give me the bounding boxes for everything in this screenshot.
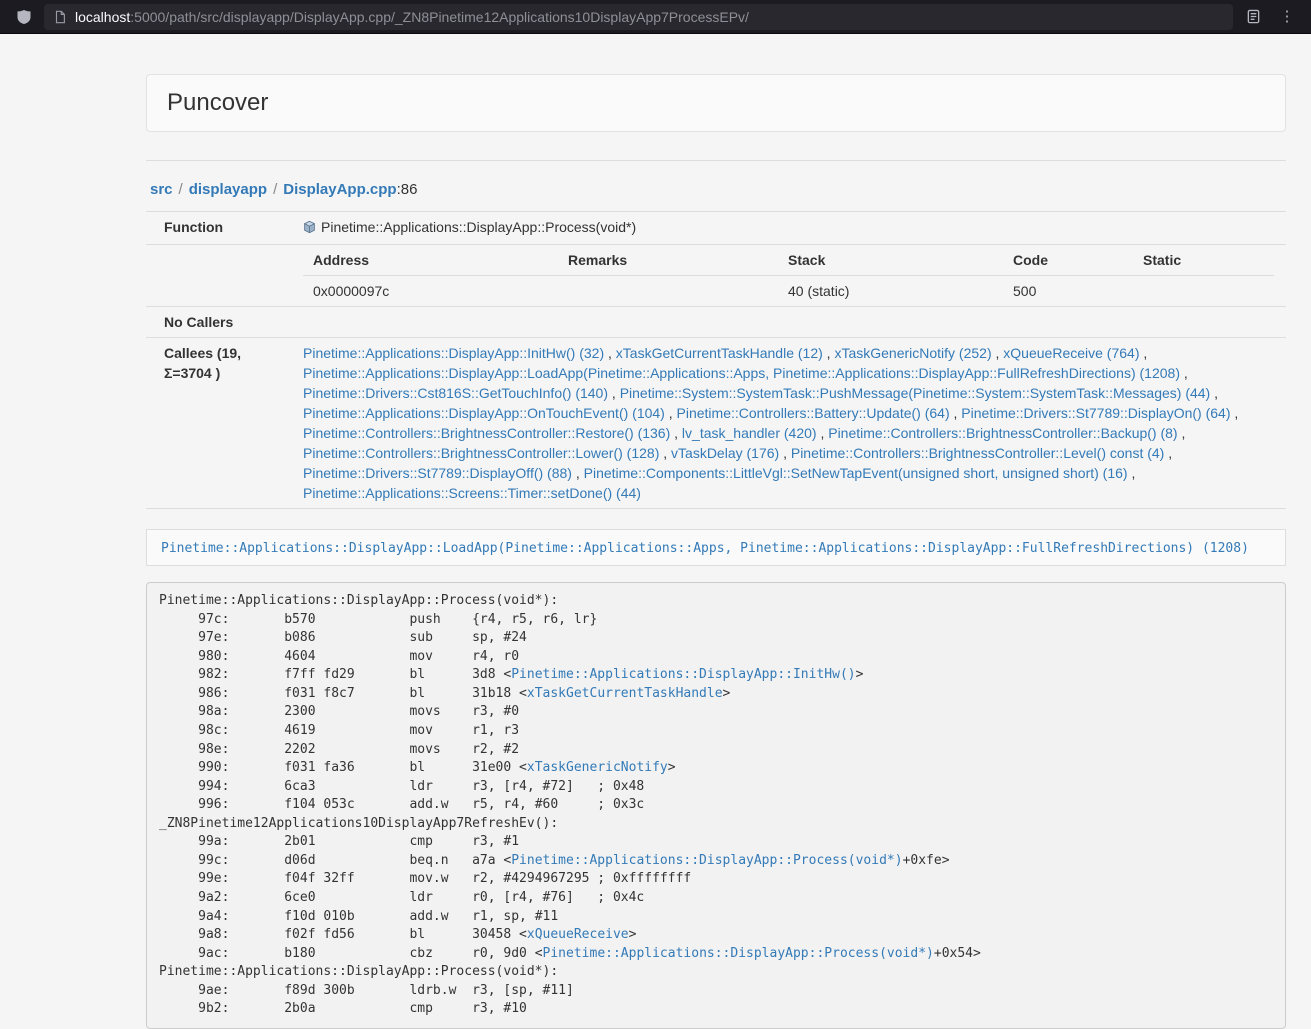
static-value bbox=[1133, 276, 1274, 307]
column-header-address: Address bbox=[303, 245, 558, 276]
function-stats-row: Address Remarks Stack Code Static 0x0000… bbox=[146, 245, 1286, 307]
callees-label: Callees (19, Σ=3704 ) bbox=[146, 338, 291, 509]
symbol-link[interactable]: Pinetime::Applications::DisplayApp::Load… bbox=[161, 541, 1249, 556]
callee-link[interactable]: xQueueReceive (764) bbox=[1003, 345, 1139, 361]
stats-table: Address Remarks Stack Code Static 0x0000… bbox=[303, 245, 1274, 306]
callee-link[interactable]: xTaskGenericNotify (252) bbox=[834, 345, 991, 361]
divider bbox=[146, 160, 1286, 161]
column-header-remarks: Remarks bbox=[558, 245, 778, 276]
column-header-static: Static bbox=[1133, 245, 1274, 276]
callee-link[interactable]: Pinetime::System::SystemTask::PushMessag… bbox=[620, 385, 1211, 401]
function-label: Function bbox=[146, 212, 291, 245]
browser-toolbar: localhost:5000/path/src/displayapp/Displ… bbox=[0, 0, 1311, 34]
callee-link[interactable]: Pinetime::Controllers::BrightnessControl… bbox=[303, 445, 659, 461]
callee-link[interactable]: Pinetime::Controllers::BrightnessControl… bbox=[791, 445, 1164, 461]
column-header-code: Code bbox=[1003, 245, 1133, 276]
callee-link[interactable]: lv_task_handler (420) bbox=[682, 425, 817, 441]
code-symbol-link[interactable]: xQueueReceive bbox=[527, 927, 629, 942]
code-symbol-link[interactable]: Pinetime::Applications::DisplayApp::Proc… bbox=[511, 853, 902, 868]
stack-value: 40 (static) bbox=[778, 276, 1003, 307]
symbol-row: Pinetime::Applications::DisplayApp::Load… bbox=[146, 529, 1286, 566]
callee-link[interactable]: Pinetime::Controllers::Battery::Update()… bbox=[677, 405, 950, 421]
symbol-cube-icon bbox=[303, 219, 316, 239]
code-symbol-link[interactable]: Pinetime::Applications::DisplayApp::Proc… bbox=[543, 946, 934, 961]
address-value: 0x0000097c bbox=[303, 276, 558, 307]
no-callers-row: No Callers bbox=[146, 307, 1286, 338]
page-body: Puncover src / displayapp / DisplayApp.cpp:8… bbox=[0, 34, 1311, 1029]
stats-data-row: 0x0000097c 40 (static) 500 bbox=[303, 276, 1274, 307]
url-path: :5000/path/src/displayapp/DisplayApp.cpp… bbox=[130, 9, 749, 25]
code-value: 500 bbox=[1003, 276, 1133, 307]
breadcrumb-link-file[interactable]: DisplayApp.cpp bbox=[283, 181, 396, 198]
callee-link[interactable]: Pinetime::Applications::Screens::Timer::… bbox=[303, 485, 641, 501]
callee-link[interactable]: Pinetime::Controllers::BrightnessControl… bbox=[828, 425, 1177, 441]
callee-link[interactable]: Pinetime::Drivers::St7789::DisplayOff() … bbox=[303, 465, 572, 481]
shield-icon[interactable] bbox=[10, 4, 38, 30]
reader-mode-icon[interactable] bbox=[1239, 4, 1267, 30]
no-callers-cell bbox=[291, 307, 1286, 338]
overflow-menu-icon[interactable]: ⋮ bbox=[1273, 4, 1301, 30]
code-symbol-link[interactable]: xTaskGenericNotify bbox=[527, 760, 668, 775]
code-symbol-link[interactable]: Pinetime::Applications::DisplayApp::Init… bbox=[511, 667, 855, 682]
function-name: Pinetime::Applications::DisplayApp::Proc… bbox=[321, 219, 636, 235]
function-name-cell: Pinetime::Applications::DisplayApp::Proc… bbox=[291, 212, 1286, 245]
breadcrumb: src / displayapp / DisplayApp.cpp:86 bbox=[150, 181, 1286, 198]
page-title: Puncover bbox=[167, 88, 1265, 118]
shield-icon-glyph bbox=[16, 9, 32, 25]
no-callers-label: No Callers bbox=[146, 307, 291, 338]
function-row: Function Pinetime::Applications::Display… bbox=[146, 212, 1286, 245]
callee-link[interactable]: Pinetime::Applications::DisplayApp::Init… bbox=[303, 345, 604, 361]
callee-link[interactable]: Pinetime::Components::LittleVgl::SetNewT… bbox=[584, 465, 1128, 481]
breadcrumb-separator: / bbox=[179, 181, 183, 198]
callee-link[interactable]: xTaskGetCurrentTaskHandle (12) bbox=[616, 345, 823, 361]
function-table: Function Pinetime::Applications::Display… bbox=[146, 211, 1286, 509]
breadcrumb-link-src[interactable]: src bbox=[150, 181, 173, 198]
app-header-panel: Puncover bbox=[146, 74, 1286, 132]
breadcrumb-separator: / bbox=[273, 181, 277, 198]
column-header-stack: Stack bbox=[778, 245, 1003, 276]
stats-table-cell: Address Remarks Stack Code Static 0x0000… bbox=[291, 245, 1286, 307]
callee-link[interactable]: Pinetime::Applications::DisplayApp::OnTo… bbox=[303, 405, 665, 421]
remarks-value bbox=[558, 276, 778, 307]
url-bar[interactable]: localhost:5000/path/src/displayapp/Displ… bbox=[44, 4, 1233, 30]
callee-link[interactable]: vTaskDelay (176) bbox=[671, 445, 779, 461]
page-icon bbox=[53, 10, 67, 24]
stats-row-label bbox=[146, 245, 291, 307]
breadcrumb-link-displayapp[interactable]: displayapp bbox=[189, 181, 267, 198]
callee-link[interactable]: Pinetime::Drivers::St7789::DisplayOn() (… bbox=[961, 405, 1230, 421]
callees-list: Pinetime::Applications::DisplayApp::Init… bbox=[291, 338, 1286, 509]
content-container: Puncover src / displayapp / DisplayApp.cpp:8… bbox=[146, 74, 1286, 1029]
code-symbol-link[interactable]: xTaskGetCurrentTaskHandle bbox=[527, 686, 723, 701]
stats-header-row: Address Remarks Stack Code Static bbox=[303, 245, 1274, 276]
callee-link[interactable]: Pinetime::Applications::DisplayApp::Load… bbox=[303, 365, 1180, 381]
callee-link[interactable]: Pinetime::Drivers::Cst816S::GetTouchInfo… bbox=[303, 385, 608, 401]
breadcrumb-line-number: :86 bbox=[397, 181, 418, 198]
url-text: localhost:5000/path/src/displayapp/Displ… bbox=[75, 9, 749, 25]
url-host: localhost bbox=[75, 9, 130, 25]
callees-row: Callees (19, Σ=3704 ) Pinetime::Applicat… bbox=[146, 338, 1286, 509]
disassembly-block: Pinetime::Applications::DisplayApp::Proc… bbox=[146, 582, 1286, 1029]
callee-link[interactable]: Pinetime::Controllers::BrightnessControl… bbox=[303, 425, 670, 441]
